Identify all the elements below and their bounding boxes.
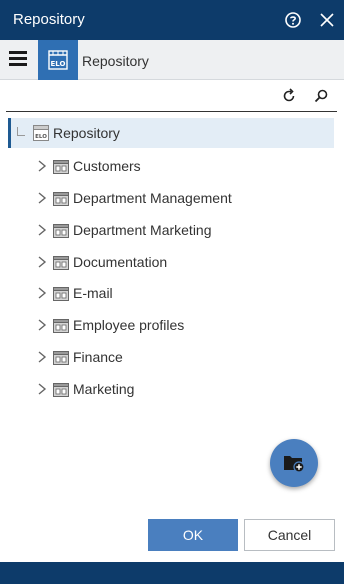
new-folder-button[interactable] <box>270 439 318 487</box>
tree-node-label: E-mail <box>73 285 113 301</box>
chevron-right-icon[interactable] <box>36 318 48 332</box>
cabinet-icon <box>53 350 69 371</box>
close-icon[interactable] <box>318 11 336 29</box>
tree-node[interactable]: Employee profiles <box>0 312 344 340</box>
tree-node[interactable]: Department Management <box>0 185 344 213</box>
tree-node[interactable]: Customers <box>0 153 344 181</box>
tree-node-label: Department Marketing <box>73 222 212 238</box>
title-bar: Repository <box>0 0 344 40</box>
tree-node[interactable]: Documentation <box>0 249 344 277</box>
cabinet-icon <box>53 286 69 307</box>
window-title: Repository <box>13 11 85 28</box>
tree-connector <box>17 135 25 136</box>
cabinet-icon <box>53 191 69 212</box>
chevron-right-icon[interactable] <box>36 382 48 396</box>
tree-node[interactable]: Department Marketing <box>0 217 344 245</box>
tree-node[interactable]: E-mail <box>0 280 344 308</box>
cabinet-icon <box>53 223 69 244</box>
cabinet-icon <box>53 318 69 339</box>
help-circle-icon[interactable] <box>284 11 302 29</box>
chevron-right-icon[interactable] <box>36 350 48 364</box>
tree-node-label: Finance <box>73 349 123 365</box>
chevron-right-icon[interactable] <box>36 191 48 205</box>
hamburger-menu-icon[interactable] <box>7 49 29 71</box>
tree-node-label: Customers <box>73 158 141 174</box>
tree-node-label: Department Management <box>73 190 232 206</box>
tree-node-label: Marketing <box>73 381 135 397</box>
tree-node[interactable]: Finance <box>0 344 344 372</box>
elo-repository-icon: ELO <box>33 125 49 146</box>
cabinet-icon <box>53 382 69 403</box>
elo-repository-icon: ELO <box>38 40 78 80</box>
section-title: Repository <box>82 53 149 69</box>
tree-node-label: Documentation <box>73 254 168 270</box>
svg-text:ELO: ELO <box>35 134 47 140</box>
chevron-right-icon[interactable] <box>36 223 48 237</box>
divider <box>6 111 337 112</box>
tree-node-label: Employee profiles <box>73 317 185 333</box>
chevron-right-icon[interactable] <box>36 286 48 300</box>
svg-text:ELO: ELO <box>51 60 66 68</box>
ok-button[interactable]: OK <box>148 519 238 551</box>
cancel-button[interactable]: Cancel <box>244 519 335 551</box>
new-folder-icon <box>284 456 305 473</box>
chevron-right-icon[interactable] <box>36 255 48 269</box>
cabinet-icon <box>53 159 69 180</box>
tree-node[interactable]: Marketing <box>0 376 344 404</box>
bottom-bar <box>0 562 344 584</box>
tree-root-label: Repository <box>53 125 120 141</box>
cabinet-icon <box>53 255 69 276</box>
tree-actions <box>0 80 344 112</box>
search-icon[interactable] <box>312 87 330 105</box>
chevron-right-icon[interactable] <box>36 159 48 173</box>
tree-root-repository[interactable]: ELO Repository <box>8 118 334 148</box>
refresh-icon[interactable] <box>280 87 298 105</box>
